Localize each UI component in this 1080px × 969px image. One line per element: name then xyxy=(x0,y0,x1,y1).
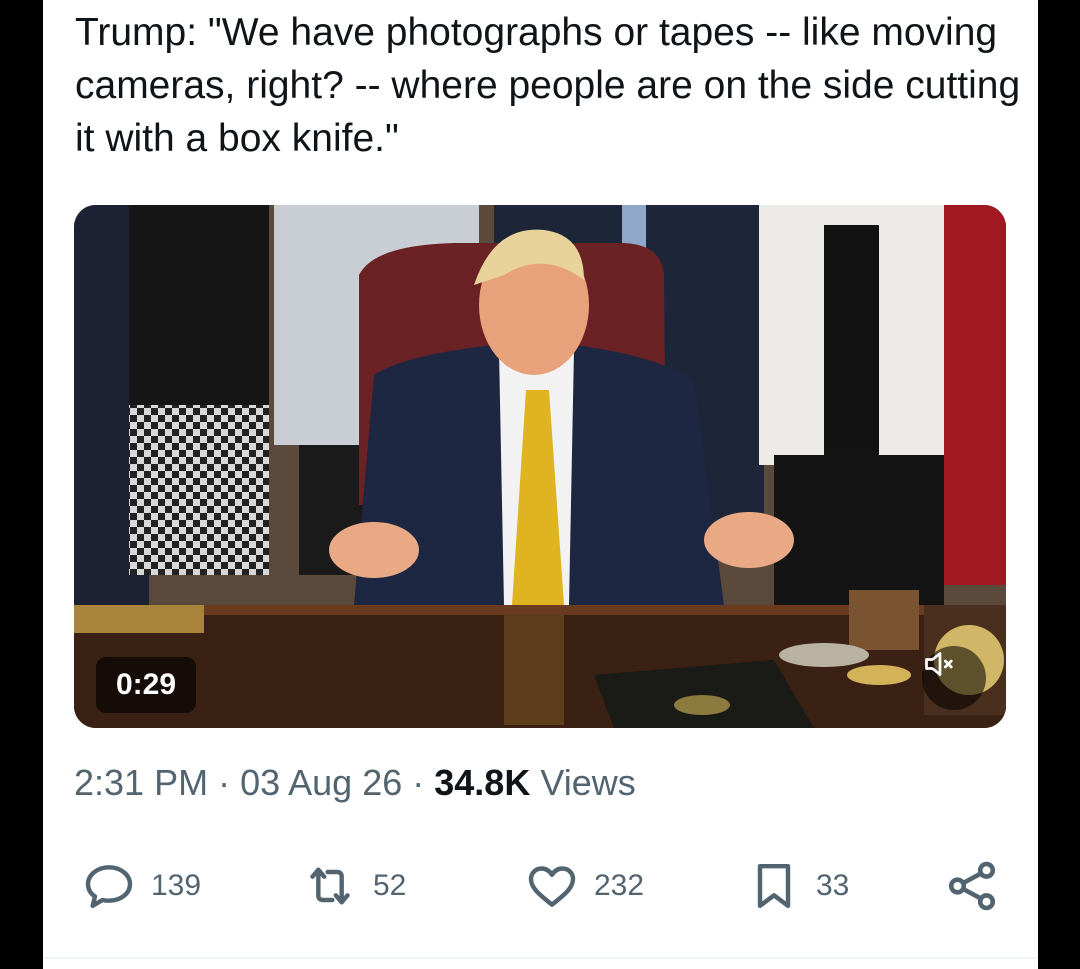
retweet-count: 52 xyxy=(373,869,407,902)
tweet-time[interactable]: 2:31 PM xyxy=(74,762,208,803)
tweet-text: Trump: "We have photographs or tapes -- … xyxy=(75,11,1021,160)
divider xyxy=(43,957,1038,959)
action-bar: 139 52 232 33 xyxy=(43,850,1038,922)
heart-icon xyxy=(528,866,576,907)
video-player[interactable]: 0:29 xyxy=(74,205,1006,728)
reply-count: 139 xyxy=(151,869,202,902)
bookmark-icon xyxy=(757,863,791,909)
bookmark-button[interactable]: 33 xyxy=(746,850,849,922)
mute-button[interactable] xyxy=(922,646,986,710)
retweet-icon xyxy=(310,867,350,905)
separator: · xyxy=(208,762,241,803)
retweet-button[interactable]: 52 xyxy=(301,850,406,922)
views-count: 34.8K xyxy=(434,762,531,803)
share-button[interactable] xyxy=(943,850,1001,922)
video-frame xyxy=(74,205,1006,728)
speaker-muted-icon xyxy=(925,652,953,676)
reply-icon xyxy=(85,865,133,909)
reply-button[interactable]: 139 xyxy=(81,850,201,922)
tweet-metadata: 2:31 PM · 03 Aug 26 · 34.8K Views xyxy=(74,762,636,804)
bookmark-count: 33 xyxy=(816,869,850,902)
share-icon xyxy=(948,861,996,911)
tweet-date[interactable]: 03 Aug 26 xyxy=(240,762,402,803)
views-label: Views xyxy=(530,762,636,803)
tweet-card: Trump: "We have photographs or tapes -- … xyxy=(43,0,1038,969)
separator: · xyxy=(402,762,435,803)
video-duration: 0:29 xyxy=(96,657,197,713)
like-count: 232 xyxy=(594,869,645,902)
like-button[interactable]: 232 xyxy=(524,850,644,922)
